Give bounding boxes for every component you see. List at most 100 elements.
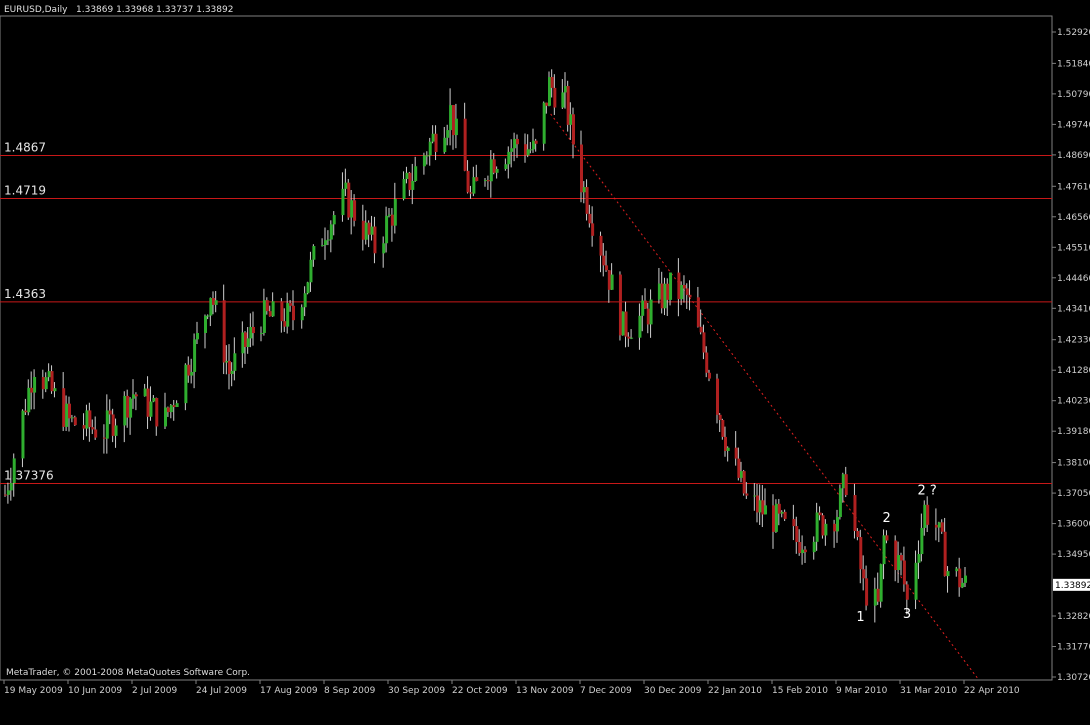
candle-body xyxy=(955,568,959,572)
candle-body xyxy=(548,77,551,106)
candle-body xyxy=(605,265,609,271)
candle-body xyxy=(862,569,866,579)
candle-body xyxy=(206,315,210,317)
candle-body xyxy=(428,141,432,156)
y-tick-label: 1.50790 xyxy=(1057,90,1090,100)
level-label: 1.37376 xyxy=(4,469,54,483)
candle-body xyxy=(209,297,213,316)
candle-body xyxy=(943,531,947,577)
candle-body xyxy=(70,417,74,419)
candle-body xyxy=(252,326,255,334)
candle-body xyxy=(393,198,397,226)
candle-body xyxy=(905,584,909,600)
candle-body xyxy=(385,215,389,244)
candle-body xyxy=(708,372,711,379)
candle-body xyxy=(41,377,45,390)
candle-body xyxy=(504,164,508,169)
candle-body xyxy=(47,371,51,378)
candle-body xyxy=(164,407,167,427)
candle-body xyxy=(312,246,316,260)
candle-body xyxy=(859,537,863,570)
candle-body xyxy=(475,177,479,182)
candle-body xyxy=(853,495,857,532)
x-tick-label: 24 Jul 2009 xyxy=(196,686,247,696)
candle-body xyxy=(841,474,845,489)
price-chart[interactable]: 1.4867 1.4719 1.4363 1.37376 1.52920 1.51840… xyxy=(0,0,1090,725)
candle-body xyxy=(663,283,667,309)
candle-body xyxy=(271,301,275,317)
candle-body xyxy=(454,118,458,136)
x-tick-label: 22 Apr 2010 xyxy=(964,686,1020,696)
x-tick-label: 10 Jun 2009 xyxy=(68,686,122,696)
chart-window[interactable]: 1.4867 1.4719 1.4363 1.37376 1.52920 1.51840… xyxy=(0,0,1090,725)
candle-body xyxy=(638,315,642,338)
candle-body xyxy=(705,352,709,373)
candle-body xyxy=(777,503,781,514)
candle-body xyxy=(894,540,898,571)
candle-body xyxy=(588,213,592,224)
candle-body xyxy=(804,549,807,553)
candle-body xyxy=(12,458,16,484)
y-tick-label: 1.37050 xyxy=(1057,489,1090,499)
x-tick-label: 7 Dec 2009 xyxy=(580,686,632,696)
candle-body xyxy=(280,301,284,322)
y-tick-label: 1.39180 xyxy=(1057,427,1090,437)
candle-body xyxy=(466,170,470,193)
candle-body xyxy=(373,226,377,254)
candle-body xyxy=(9,483,13,491)
candle-body xyxy=(542,102,546,144)
candle-body xyxy=(484,180,487,182)
candle-body xyxy=(836,516,839,532)
candle-body xyxy=(666,283,670,300)
candle-body xyxy=(402,179,406,199)
candle-body xyxy=(602,255,606,266)
current-price-label: 1.33892 xyxy=(1055,581,1090,591)
x-tick-label: 31 Mar 2010 xyxy=(900,686,957,696)
candle-body xyxy=(937,522,941,528)
candle-body xyxy=(472,177,476,194)
candle-body xyxy=(742,471,746,494)
candle-body xyxy=(350,200,354,218)
candle-body xyxy=(833,523,837,532)
candle-body xyxy=(783,511,787,519)
candle-body xyxy=(341,188,345,216)
candle-body xyxy=(303,293,307,308)
candle-body xyxy=(344,182,348,189)
candle-body xyxy=(411,180,415,190)
y-tick-label: 1.34950 xyxy=(1057,550,1090,560)
candle-body xyxy=(688,294,692,298)
time-axis[interactable]: 19 May 2009 10 Jun 2009 2 Jul 2009 24 Jul 2… xyxy=(3,680,1020,696)
candle-body xyxy=(721,420,725,437)
candle-body xyxy=(923,504,927,528)
candle-body xyxy=(486,180,490,182)
y-tick-label: 1.36000 xyxy=(1057,520,1090,530)
candle-body xyxy=(82,425,86,429)
candle-body xyxy=(268,311,272,317)
candle-body xyxy=(902,560,906,585)
candle-body xyxy=(513,138,517,149)
x-tick-label: 2 Jul 2009 xyxy=(132,686,177,696)
y-tick-label: 1.46560 xyxy=(1057,213,1090,223)
candle-body xyxy=(585,187,589,214)
candle-body xyxy=(740,471,743,478)
candle-body xyxy=(641,300,645,316)
candle-body xyxy=(920,527,924,555)
candle-body xyxy=(244,332,247,347)
horizontal-levels[interactable]: 1.4867 1.4719 1.4363 1.37376 xyxy=(0,140,1052,484)
price-axis[interactable]: 1.52920 1.51840 1.50790 1.49740 1.48690 1.476… xyxy=(1052,28,1090,683)
candle-body xyxy=(865,578,869,606)
candle-body xyxy=(149,401,153,417)
y-tick-label: 1.44460 xyxy=(1057,274,1090,284)
candle-body xyxy=(940,522,944,532)
candle-body xyxy=(85,410,89,429)
candle-body xyxy=(734,447,738,459)
candle-body xyxy=(332,215,336,225)
candle-body xyxy=(265,300,269,312)
candle-body xyxy=(88,410,92,428)
y-tick-label: 1.47610 xyxy=(1057,182,1090,192)
chart-area xyxy=(0,15,1053,681)
candle-body xyxy=(964,575,967,583)
candle-body xyxy=(926,504,930,525)
candle-body xyxy=(492,159,496,173)
x-tick-label: 30 Dec 2009 xyxy=(644,686,702,696)
